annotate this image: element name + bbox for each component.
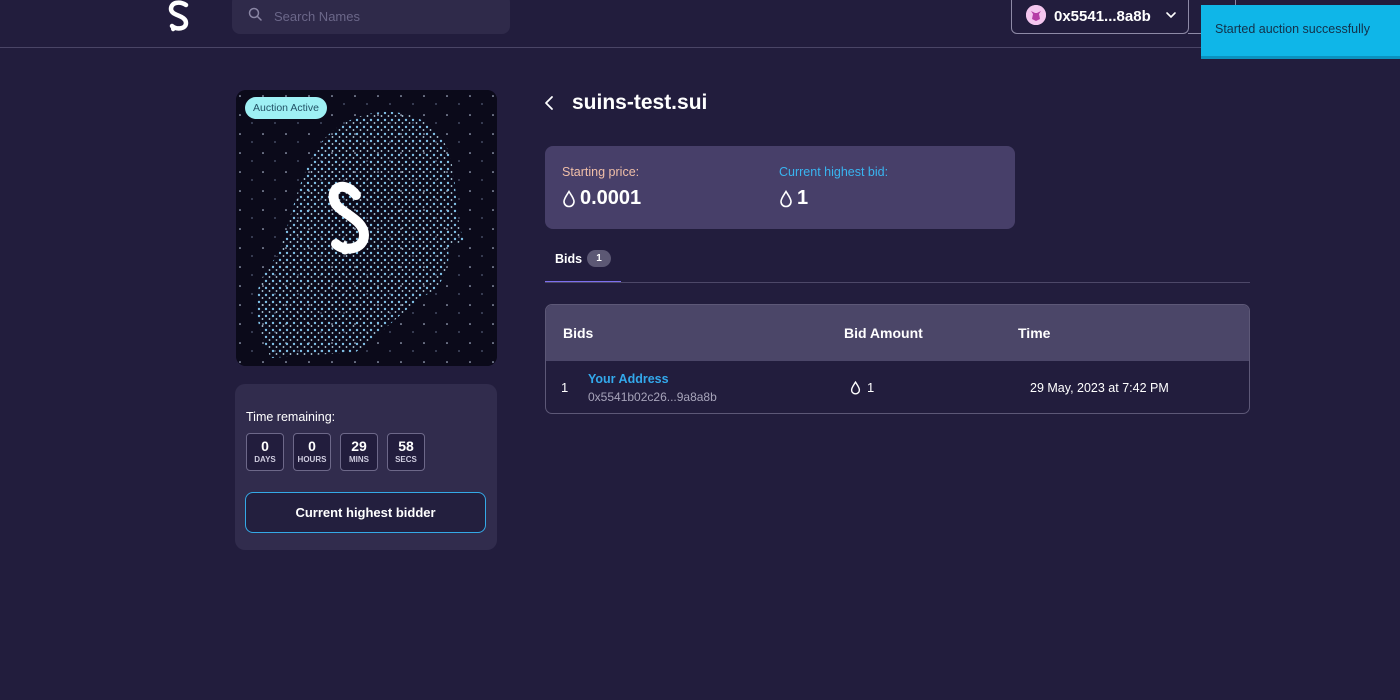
wallet-address: 0x5541...8a8b: [1054, 8, 1151, 25]
auction-status-badge: Auction Active: [245, 97, 327, 119]
particle-face-image: [236, 90, 497, 366]
sui-drop-icon: [563, 189, 575, 207]
tab-label: Bids: [555, 252, 583, 266]
countdown-mins: 29 MINS: [340, 433, 378, 471]
column-header-time: Time: [1018, 325, 1051, 341]
countdown-unit-label: DAYS: [254, 455, 276, 464]
highest-bid-value-row: 1: [779, 187, 888, 210]
table-header: Bids Bid Amount Time: [546, 305, 1249, 361]
bid-index: 1: [561, 380, 569, 395]
tab-count-badge: 1: [587, 250, 611, 267]
search-input[interactable]: [274, 2, 494, 30]
countdown-value: 0: [308, 438, 316, 454]
chevron-down-icon: [1166, 12, 1176, 19]
highest-bid-label: Current highest bid:: [779, 165, 889, 179]
column-header-bid-amount: Bid Amount: [844, 325, 923, 341]
sui-drop-icon: [850, 380, 861, 395]
highest-bid-value: 1: [797, 187, 809, 209]
starting-price: Starting price: 0.0001: [562, 165, 641, 210]
search-icon: [248, 7, 262, 21]
nft-image: [236, 90, 497, 366]
bids-table: Bids Bid Amount Time 1 Your Address 0x55…: [545, 304, 1250, 414]
avatar: [1026, 5, 1046, 25]
suins-logo[interactable]: [164, 0, 194, 34]
countdown-unit-label: MINS: [349, 455, 369, 464]
countdown-secs: 58 SECS: [387, 433, 425, 471]
countdown-hours: 0 HOURS: [293, 433, 331, 471]
domain-title: suins-test.sui: [572, 91, 708, 114]
current-highest-bidder-button[interactable]: Current highest bidder: [245, 492, 486, 533]
top-bar: 0x5541...8a8b: [0, 0, 1400, 48]
wallet-button[interactable]: 0x5541...8a8b: [1011, 0, 1189, 34]
table-row: 1 Your Address 0x5541b02c26...9a8a8b 1 2…: [546, 361, 1249, 413]
starting-price-label: Starting price:: [562, 165, 640, 179]
search-bar[interactable]: [232, 0, 510, 34]
countdown-unit-label: SECS: [395, 455, 417, 464]
back-arrow-icon[interactable]: [542, 95, 556, 111]
bid-amount-value: 1: [867, 380, 875, 395]
countdown-value: 0: [261, 438, 269, 454]
toast-message: Started auction successfully: [1215, 22, 1370, 36]
time-remaining-label: Time remaining:: [246, 410, 336, 424]
bid-time: 29 May, 2023 at 7:42 PM: [1030, 381, 1169, 395]
bidder-name-link[interactable]: Your Address: [588, 372, 669, 386]
sui-drop-icon: [780, 189, 792, 207]
starting-price-value-row: 0.0001: [562, 187, 641, 210]
countdown-days: 0 DAYS: [246, 433, 284, 471]
countdown-value: 29: [351, 438, 367, 454]
price-summary-card: Starting price: 0.0001 Current highest b…: [545, 146, 1015, 229]
current-highest-bid: Current highest bid: 1: [779, 165, 888, 210]
bidder-address: 0x5541b02c26...9a8a8b: [588, 390, 717, 404]
success-toast: Started auction successfully: [1201, 5, 1400, 59]
bid-amount: 1: [850, 380, 874, 395]
tabs-divider: [545, 282, 1250, 283]
column-header-bids: Bids: [563, 325, 594, 341]
starting-price-value: 0.0001: [580, 187, 642, 209]
countdown-unit-label: HOURS: [297, 455, 327, 464]
tab-bids[interactable]: Bids 1: [545, 246, 621, 283]
countdown-value: 58: [398, 438, 414, 454]
countdown: 0 DAYS 0 HOURS 29 MINS 58 SECS: [246, 433, 425, 471]
auction-timer-card: Time remaining: 0 DAYS 0 HOURS 29 MINS 5…: [235, 384, 497, 550]
